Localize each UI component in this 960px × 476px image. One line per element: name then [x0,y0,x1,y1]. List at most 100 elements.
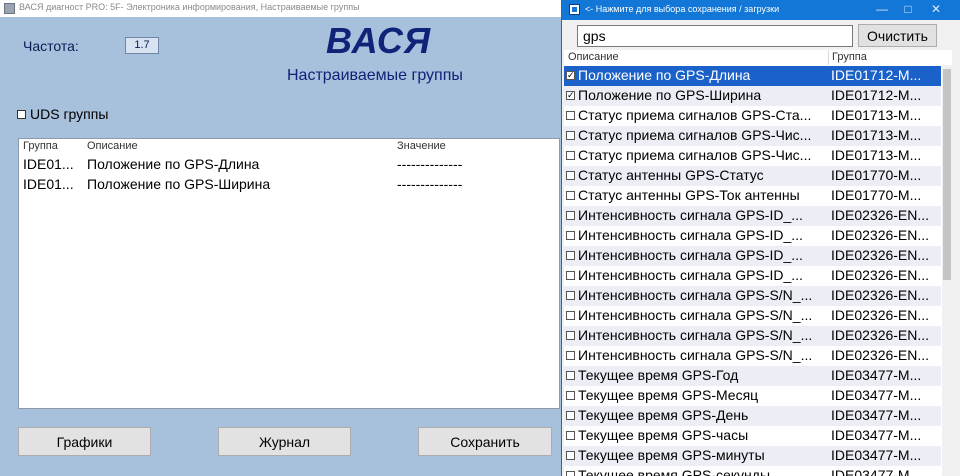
maximize-icon[interactable]: □ [900,2,916,17]
graphs-button[interactable]: Графики [18,427,151,456]
item-checkbox[interactable] [566,351,575,360]
item-group: IDE01713-M... [831,107,922,123]
item-group: IDE03477-M... [831,387,922,403]
item-group: IDE02326-EN... [831,207,930,223]
item-checkbox[interactable] [566,391,575,400]
uds-groups-label: UDS группы [30,106,109,122]
column-header-description[interactable]: Описание [568,50,619,65]
cell-value: -------------- [397,176,463,192]
journal-button[interactable]: Журнал [218,427,351,456]
table-row[interactable]: IDE01... Положение по GPS-Длина --------… [19,156,559,176]
item-checkbox[interactable] [566,111,575,120]
page-subtitle: Настраиваемые группы [287,67,463,84]
item-description: Статус приема сигналов GPS-Чис... [578,127,812,143]
column-header-group[interactable]: Группа [23,140,58,152]
list-item[interactable]: Статус приема сигналов GPS-Чис... IDE0171… [564,126,941,146]
brand-title: ВАСЯ [326,20,432,61]
list-item[interactable]: ✓ Положение по GPS-Длина IDE01712-M... [564,66,941,86]
item-checkbox[interactable] [566,251,575,260]
item-group: IDE03477-M... [831,447,922,463]
item-checkbox[interactable] [566,211,575,220]
list-item[interactable]: Статус антенны GPS-Ток антенны IDE01770-M… [564,186,941,206]
item-group: IDE01770-M... [831,167,922,183]
item-group: IDE01712-M... [831,67,922,83]
scrollbar-thumb[interactable] [943,69,951,280]
item-description: Статус приема сигналов GPS-Чис... [578,147,812,163]
item-checkbox[interactable] [566,191,575,200]
list-item[interactable]: Текущее время GPS-часы IDE03477-M... [564,426,941,446]
item-description: Интенсивность сигнала GPS-ID_... [578,247,803,263]
list-item[interactable]: Интенсивность сигнала GPS-S/N_... IDE0232… [564,326,941,346]
item-checkbox[interactable] [566,171,575,180]
save-button[interactable]: Сохранить [418,427,552,456]
item-checkbox[interactable] [566,411,575,420]
item-checkbox[interactable]: ✓ [566,91,575,100]
item-description: Интенсивность сигнала GPS-ID_... [578,227,803,243]
list-item[interactable]: Интенсивность сигнала GPS-S/N_... IDE0232… [564,346,941,366]
list-item[interactable]: ✓ Положение по GPS-Ширина IDE01712-M... [564,86,941,106]
cell-group: IDE01... [23,156,74,172]
item-group: IDE02326-EN... [831,287,930,303]
cell-description: Положение по GPS-Длина [87,156,260,172]
item-checkbox[interactable] [566,371,575,380]
list-item[interactable]: Текущее время GPS-минуты IDE03477-M... [564,446,941,466]
item-group: IDE02326-EN... [831,327,930,343]
clear-button[interactable]: Очистить [858,24,937,47]
list-item[interactable]: Статус приема сигналов GPS-Чис... IDE0171… [564,146,941,166]
frequency-value: 1.7 [125,37,159,54]
popup-title[interactable]: <- Нажмите для выбора сохранения / загру… [585,4,779,14]
item-checkbox[interactable] [566,231,575,240]
list-item[interactable]: Статус приема сигналов GPS-Ста... IDE0171… [564,106,941,126]
item-group: IDE03477-M... [831,427,922,443]
item-description: Интенсивность сигнала GPS-ID_... [578,207,803,223]
list-item[interactable]: Интенсивность сигнала GPS-ID_... IDE02326… [564,246,941,266]
item-description: Текущее время GPS-минуты [578,447,765,463]
app-icon [569,4,580,15]
list-item[interactable]: Статус антенны GPS-Статус IDE01770-M... [564,166,941,186]
item-group: IDE02326-EN... [831,227,930,243]
search-input[interactable] [577,25,853,47]
list-item[interactable]: Интенсивность сигнала GPS-S/N_... IDE0232… [564,306,941,326]
checkbox-box[interactable] [17,109,26,119]
close-icon[interactable]: ✕ [928,2,944,17]
item-checkbox[interactable] [566,131,575,140]
table-row[interactable]: IDE01... Положение по GPS-Ширина -------… [19,176,559,196]
group-picker-window: <- Нажмите для выбора сохранения / загру… [561,0,960,476]
item-checkbox[interactable] [566,151,575,160]
column-header-value[interactable]: Значение [397,140,446,152]
item-description: Интенсивность сигнала GPS-S/N_... [578,327,813,343]
item-checkbox[interactable]: ✓ [566,71,575,80]
cell-value: -------------- [397,156,463,172]
item-checkbox[interactable] [566,311,575,320]
app-icon [4,3,15,14]
list-item[interactable]: Интенсивность сигнала GPS-S/N_... IDE0232… [564,286,941,306]
list-item[interactable]: Текущее время GPS-День IDE03477-M... [564,406,941,426]
item-checkbox[interactable] [566,471,575,476]
item-checkbox[interactable] [566,331,575,340]
list-item[interactable]: Интенсивность сигнала GPS-ID_... IDE02326… [564,206,941,226]
item-checkbox[interactable] [566,431,575,440]
item-description: Текущее время GPS-День [578,407,749,423]
item-description: Текущее время GPS-Год [578,367,739,383]
item-description: Текущее время GPS-Месяц [578,387,759,403]
item-group: IDE01713-M... [831,147,922,163]
popup-titlebar[interactable]: <- Нажмите для выбора сохранения / загру… [562,0,960,20]
uds-groups-checkbox[interactable]: UDS группы [17,106,108,122]
list-item[interactable]: Интенсивность сигнала GPS-ID_... IDE02326… [564,266,941,286]
minimize-icon[interactable]: — [874,2,890,17]
item-checkbox[interactable] [566,291,575,300]
cell-group: IDE01... [23,176,74,192]
list-item[interactable]: Интенсивность сигнала GPS-ID_... IDE02326… [564,226,941,246]
column-header-group[interactable]: Группа [828,50,867,65]
list-item[interactable]: Текущее время GPS-секунды IDE03477-M... [564,466,941,476]
item-description: Текущее время GPS-секунды [578,467,771,476]
item-checkbox[interactable] [566,451,575,460]
list-item[interactable]: Текущее время GPS-Месяц IDE03477-M... [564,386,941,406]
item-checkbox[interactable] [566,271,575,280]
item-group: IDE02326-EN... [831,247,930,263]
list-item[interactable]: Текущее время GPS-Год IDE03477-M... [564,366,941,386]
vertical-scrollbar[interactable] [942,65,952,476]
column-header-description[interactable]: Описание [87,140,138,152]
item-description: Статус антенны GPS-Статус [578,167,764,183]
item-group: IDE02326-EN... [831,347,930,363]
